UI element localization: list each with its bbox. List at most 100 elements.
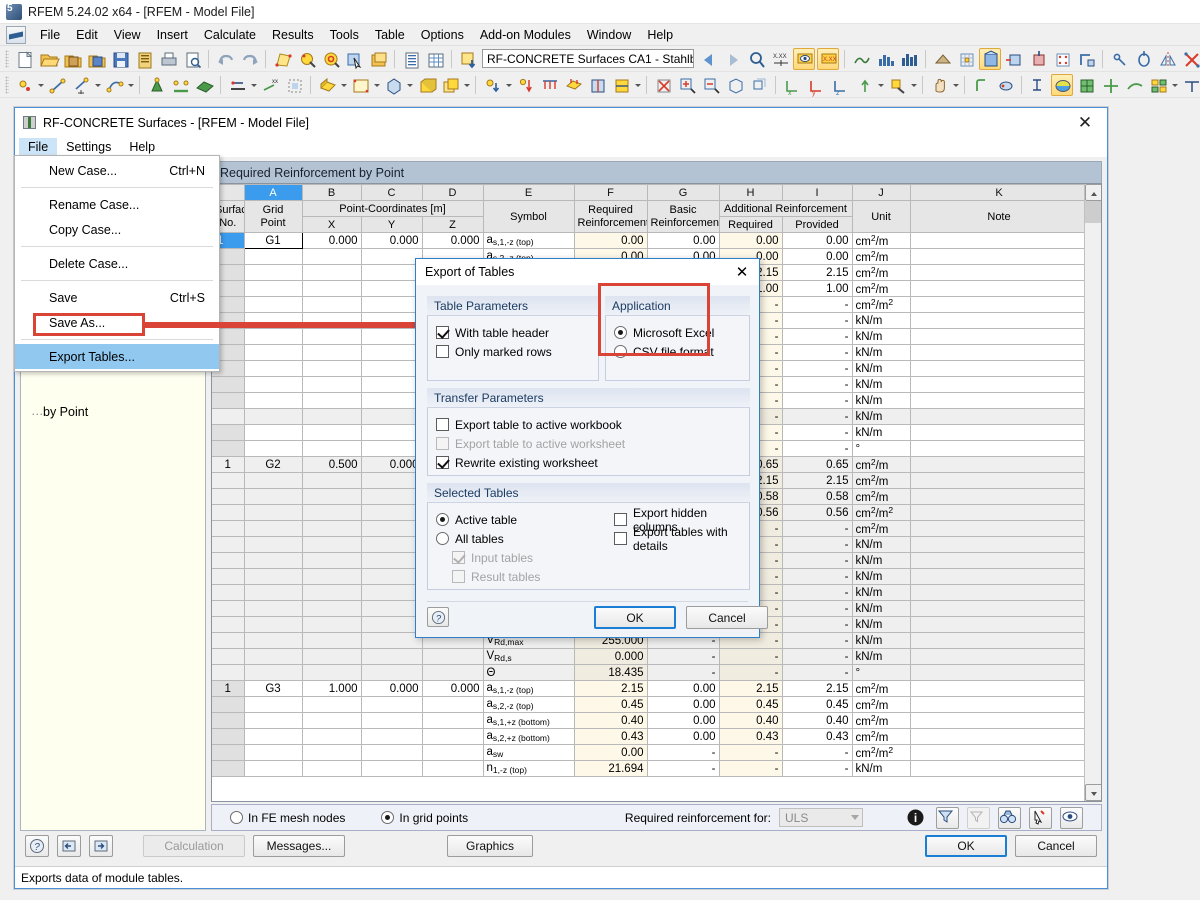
cell-note[interactable] [910,632,1084,649]
cell-note[interactable] [910,232,1084,249]
cell-surface-no[interactable] [212,632,245,649]
cell-unit[interactable]: cm2/m [852,680,911,697]
link-icon[interactable] [1108,48,1130,70]
cell-additional-required[interactable]: - [719,648,783,665]
cell-x[interactable] [302,504,362,521]
cell-y[interactable] [361,536,423,553]
print-preview-icon[interactable] [181,48,203,70]
view-x-icon[interactable]: x [781,74,803,97]
tree-item-by-point[interactable]: by Point [21,403,205,421]
cell-additional-provided[interactable]: 2.15 [782,472,853,489]
cell-grid-point[interactable] [244,664,303,681]
cell-note[interactable] [910,264,1084,281]
cell-surface-no[interactable] [212,536,245,553]
cell-x[interactable] [302,440,362,457]
member-xx-icon[interactable]: xx [259,74,281,96]
cell-note[interactable] [910,456,1084,473]
col-letter-K[interactable]: K [910,184,1084,201]
toolbar-grip[interactable] [5,49,9,68]
menu-item-copy-case[interactable]: Copy Case... [15,217,219,242]
polyline-dropdown-arrow-icon[interactable] [126,74,135,96]
radio-circle[interactable] [436,513,449,526]
cell-y[interactable] [361,376,423,393]
cell-x[interactable]: 0.500 [302,456,362,473]
cell-basic-reinforcement[interactable]: 0.00 [647,728,720,745]
cell-note[interactable] [910,312,1084,329]
cell-x[interactable]: 1.000 [302,680,362,697]
cell-additional-required[interactable]: - [719,744,783,761]
menu-item-export-tables[interactable]: Export Tables... [15,344,219,369]
radio-circle[interactable] [436,532,449,545]
cell-unit[interactable]: kN/m [852,632,911,649]
cell-unit[interactable]: cm2/m [852,488,911,505]
cell-note[interactable] [910,616,1084,633]
cell-unit[interactable]: cm2/m2 [852,504,911,521]
cell-unit[interactable]: kN/m [852,552,911,569]
cell-required-reinforcement[interactable]: 2.15 [574,680,648,697]
cell-symbol[interactable]: asw [483,744,575,761]
info-icon[interactable]: i [905,807,928,829]
cell-symbol[interactable]: as,1,-z (top) [483,232,575,249]
cell-note[interactable] [910,600,1084,617]
cell-unit[interactable]: cm2/m2 [852,744,911,761]
cell-x[interactable] [302,472,362,489]
cell-y[interactable] [361,552,423,569]
checkbox-rewrite-existing-worksheet[interactable]: Rewrite existing worksheet [436,453,743,472]
cell-additional-provided[interactable]: - [782,536,853,553]
cell-additional-provided[interactable]: 0.40 [782,712,853,729]
view-dropdown-arrow-icon[interactable] [876,74,885,96]
cell-x[interactable] [302,728,362,745]
cell-grid-point[interactable]: G2 [244,456,303,473]
cell-z[interactable] [422,648,484,665]
cell-additional-provided[interactable]: - [782,312,853,329]
radio-csv-file-format[interactable]: CSV file format [614,342,743,361]
line-icon[interactable] [46,74,68,96]
col-letter-F[interactable]: F [574,184,648,201]
cell-additional-required[interactable]: 0.45 [719,696,783,713]
solid-dropdown-arrow-icon[interactable] [405,74,414,96]
cell-y[interactable] [361,424,423,441]
cell-x[interactable] [302,248,362,265]
select-circle-icon[interactable] [319,48,341,70]
cell-x[interactable] [302,568,362,585]
cell-x[interactable] [302,584,362,601]
cell-note[interactable] [910,664,1084,681]
cell-surface-no[interactable] [212,728,245,745]
cell-additional-provided[interactable]: - [782,552,853,569]
mesh-icon[interactable] [931,48,953,70]
cell-x[interactable] [302,424,362,441]
cell-note[interactable] [910,440,1084,457]
cell-symbol[interactable]: as,1,+z (bottom) [483,712,575,729]
cell-note[interactable] [910,392,1084,409]
col-letter-E[interactable]: E [483,184,575,201]
filter-clear-icon[interactable] [967,806,990,829]
new-window-icon[interactable] [367,48,389,70]
visibility-eye-icon[interactable] [1060,806,1083,829]
box-view-icon[interactable] [724,74,746,96]
menu-window[interactable]: Window [579,26,639,44]
cell-additional-provided[interactable]: - [782,664,853,681]
opening-dropdown-arrow-icon[interactable] [372,74,381,96]
cell-x[interactable] [302,536,362,553]
cell-unit[interactable]: cm2/m [852,232,911,249]
surface-support-icon[interactable] [193,74,215,96]
cell-grid-point[interactable] [244,696,303,713]
surface-load-icon[interactable] [562,74,584,96]
cell-surface-no[interactable] [212,440,245,457]
cell-y[interactable] [361,440,423,457]
cell-required-reinforcement[interactable]: 0.40 [574,712,648,729]
cell-grid-point[interactable] [244,376,303,393]
table-row[interactable]: asw 0.00- - - cm2/m2 [212,744,1084,761]
cell-grid-point[interactable] [244,248,303,265]
cell-unit[interactable]: kN/m [852,536,911,553]
menu-item-new-case[interactable]: New Case... Ctrl+N [15,158,219,183]
view-y-icon[interactable]: y [805,74,827,97]
cell-surface-no[interactable] [212,552,245,569]
menu-item-save[interactable]: Save Ctrl+S [15,285,219,310]
menu-calculate[interactable]: Calculate [196,26,264,44]
dialog-ok-button[interactable]: OK [594,606,676,629]
copy-object-icon[interactable] [439,74,461,96]
cell-x[interactable] [302,760,362,777]
cell-basic-reinforcement[interactable]: - [647,744,720,761]
cell-additional-provided[interactable]: - [782,760,853,777]
